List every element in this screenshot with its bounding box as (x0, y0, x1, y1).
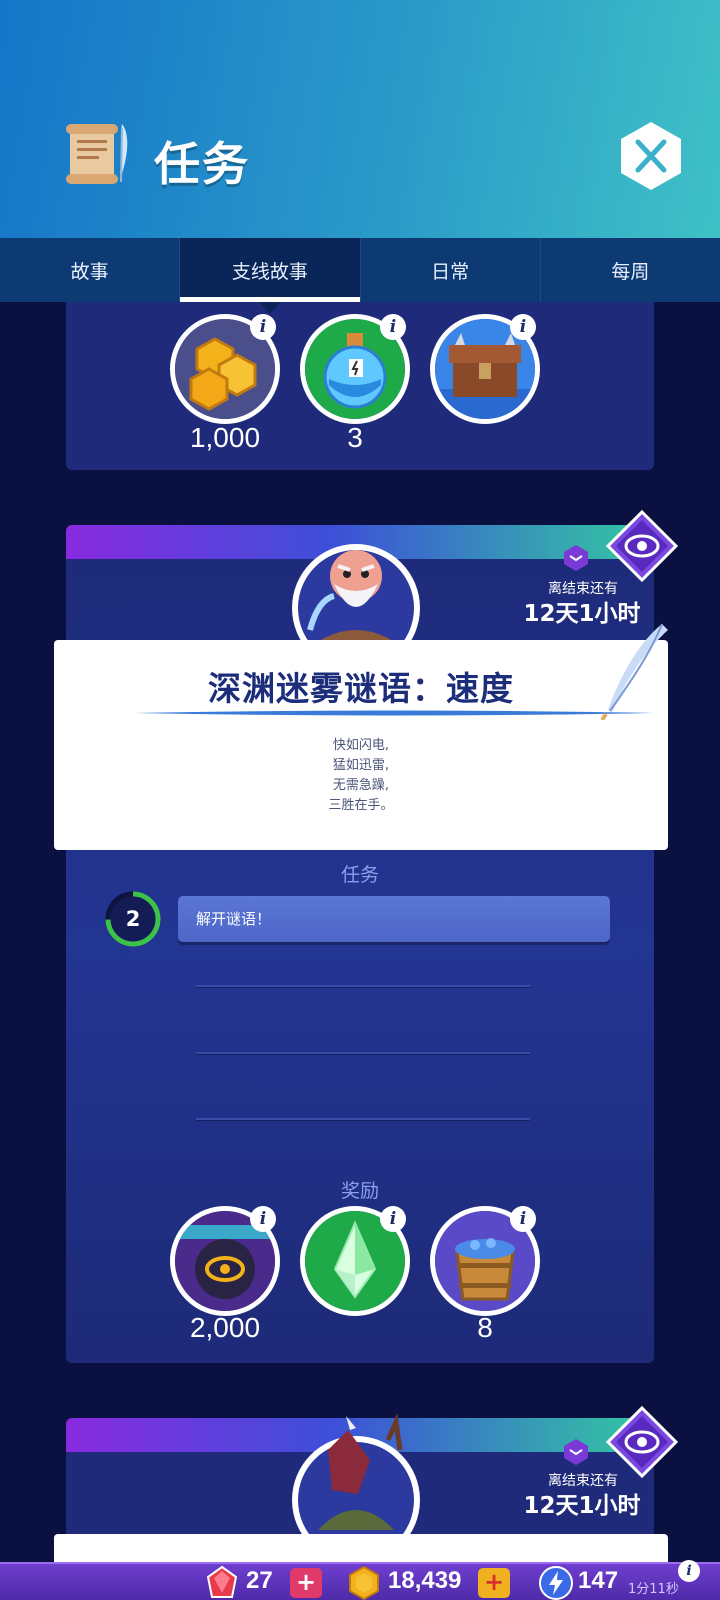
reward-gem-bucket-info-icon[interactable]: i (510, 1206, 536, 1232)
tab-bar: 故事 支线故事 日常 每周 (0, 238, 720, 314)
currency-bar: 27 + 18,439 + 147 1分11秒 i (0, 1560, 720, 1600)
gold-count: 18,439 (388, 1567, 462, 1594)
tab-story[interactable]: 故事 (0, 238, 181, 302)
add-gold-button[interactable]: + (478, 1568, 510, 1598)
timer-badge-icon (564, 545, 588, 571)
title-underline (134, 710, 654, 716)
add-gems-button[interactable]: + (290, 1568, 322, 1598)
close-button[interactable] (618, 120, 684, 192)
empty-task-slot (196, 1118, 530, 1120)
energy-count: 147 (578, 1567, 619, 1594)
reward-eye-token-info-icon[interactable]: i (250, 1206, 276, 1232)
empty-task-slot (196, 985, 530, 987)
header: 任务 (0, 0, 720, 238)
red-gem-icon (206, 1565, 238, 1598)
reward-gold-amount: 1,000 (189, 422, 261, 453)
reward-potion-amount: 3 (347, 422, 363, 453)
tab-weekly-label: 每周 (611, 260, 650, 283)
reward-chest-info-icon[interactable]: i (510, 314, 536, 340)
tab-daily-label: 日常 (431, 260, 470, 283)
scroll-quill-icon (66, 124, 128, 184)
reward-green-crystal-info-icon[interactable]: i (380, 1206, 406, 1232)
eye-badge-icon[interactable] (606, 510, 678, 582)
quest-title: 深渊迷雾谜语：速度 (208, 669, 514, 708)
empty-task-slot (196, 1052, 530, 1054)
quest-riddle: 快如闪电, 猛如迅雷, 无需急躁, 三胜在手。 (54, 736, 668, 816)
next-eye-badge-icon[interactable] (606, 1406, 678, 1478)
gems-count: 27 (246, 1567, 273, 1594)
task-item[interactable]: 解开谜语！ (178, 896, 610, 942)
rewards-section-label: 奖励 (340, 1180, 379, 1202)
task-text: 解开谜语！ (196, 910, 272, 928)
reward-eye-token-amount: 2,000 (189, 1312, 261, 1343)
next-time-remaining-value: 12天1小时 (523, 1493, 641, 1519)
tab-daily[interactable]: 日常 (361, 238, 541, 302)
progress-count: 2 (125, 907, 141, 931)
energy-refill-timer: 1分11秒 (628, 1582, 679, 1597)
tab-weekly[interactable]: 每周 (541, 238, 720, 302)
tasks-section-label: 任务 (340, 864, 379, 886)
riddle-line: 无需急躁, (332, 778, 390, 793)
riddle-line: 猛如迅雷, (332, 758, 390, 773)
page-title: 任务 (154, 137, 250, 191)
tab-side-story[interactable]: 支线故事 (180, 238, 361, 314)
old-sage-portrait-icon (292, 544, 420, 672)
warrior-portrait-icon (292, 1413, 420, 1564)
gold-coin-icon (349, 1565, 379, 1600)
riddle-line: 三胜在手。 (328, 798, 394, 813)
riddle-line: 快如闪电, (332, 738, 390, 753)
energy-icon (539, 1566, 573, 1600)
reward-gold-info-icon[interactable]: i (250, 314, 276, 340)
reward-potion-info-icon[interactable]: i (380, 314, 406, 340)
currency-info-icon[interactable]: i (678, 1560, 700, 1582)
next-timer-badge-icon (564, 1439, 588, 1465)
tab-side-story-label: 支线故事 (231, 260, 308, 283)
feather-icon (600, 623, 668, 720)
reward-gem-bucket-amount: 8 (477, 1312, 493, 1343)
quest-title-banner: 深渊迷雾谜语：速度 快如闪电, 猛如迅雷, 无需急躁, 三胜在手。 (54, 640, 668, 850)
tab-story-label: 故事 (70, 260, 109, 283)
